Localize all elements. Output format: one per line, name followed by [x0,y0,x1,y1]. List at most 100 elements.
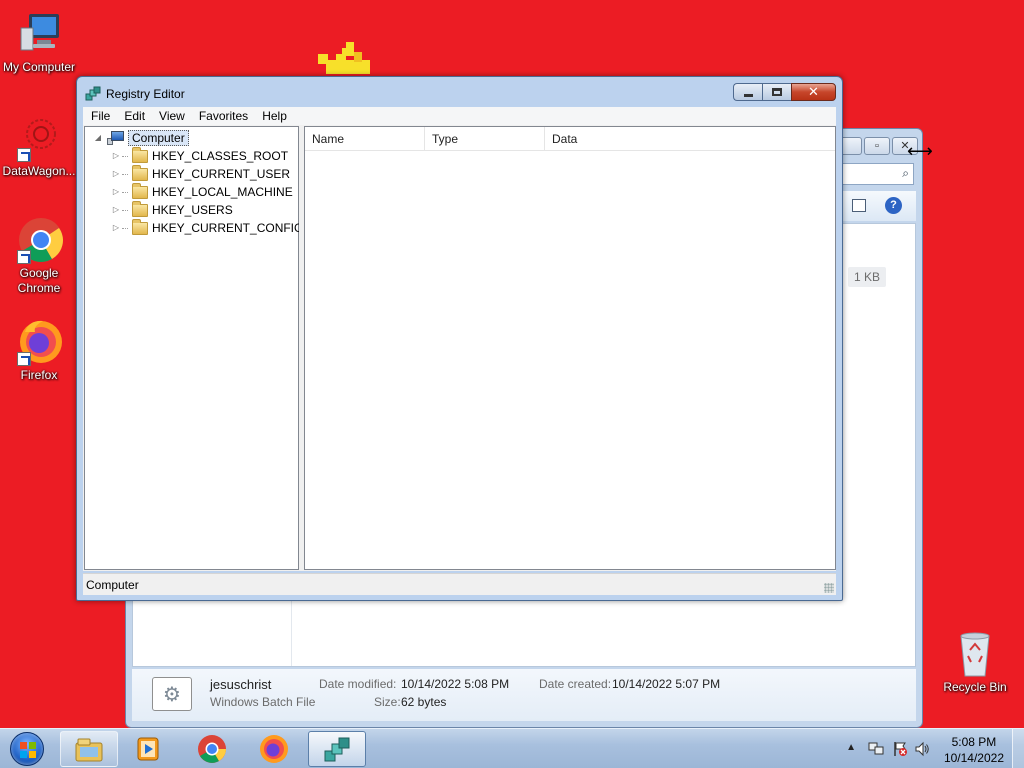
resize-grip-icon[interactable] [824,583,834,593]
size-value: 62 bytes [401,695,447,709]
registry-editor-window[interactable]: Registry Editor ✕ File Edit View Favorit… [76,76,843,601]
registry-tree[interactable]: ◢ Computer ▷ HKEY_CLASSES_ROOT ▷ HKEY_CU… [84,126,303,570]
clock-date: 10/14/2022 [943,751,1004,765]
expand-icon[interactable]: ▷ [111,187,121,197]
taskbar-regedit-button[interactable] [308,731,366,767]
file-size-badge: 1 KB [847,267,886,287]
details-file-type: Windows Batch File [210,695,316,709]
tree-item-hkey-current-config[interactable]: ▷ HKEY_CURRENT_CONFIG [111,218,304,237]
title-bar[interactable]: Registry Editor ✕ [77,77,842,107]
my-computer-icon [15,10,63,58]
regedit-icon [324,737,350,762]
search-icon: ⌕ [902,166,909,180]
computer-icon [107,131,125,145]
desktop-icon-label: Firefox [20,368,58,382]
status-path: Computer [86,578,139,592]
desktop-icon-datawagon[interactable]: DataWagon... [1,114,77,179]
pane-splitter[interactable] [299,125,303,571]
minimize-button[interactable] [733,83,762,101]
show-hidden-icons-icon[interactable]: ▲ [846,742,856,753]
taskbar-explorer-button[interactable] [60,731,118,767]
desktop-icon-label: My Computer [2,60,76,74]
tree-item-computer[interactable]: ◢ Computer [93,129,189,147]
expand-icon[interactable]: ▷ [111,169,121,179]
bg-maximize-button[interactable]: ▫ [864,137,890,155]
start-button[interactable] [4,731,50,767]
action-center-flag-icon[interactable] [892,741,908,757]
taskbar-media-player-button[interactable] [120,731,178,767]
taskbar: ▲ 5:08 PM 10/14/2022 [0,728,1024,768]
regedit-icon [85,86,101,101]
menu-file[interactable]: File [83,107,117,125]
desktop-icon-label: DataWagon... [2,164,76,178]
date-modified-value: 10/14/2022 5:08 PM [401,677,510,691]
windows-logo-icon [10,732,44,766]
desktop-icon-chrome[interactable]: Google Chrome [1,216,77,296]
column-header-type[interactable]: Type [425,127,545,151]
menu-view[interactable]: View [152,107,192,125]
desktop-icon-firefox[interactable]: Firefox [1,318,77,383]
desktop-icon-my-computer[interactable]: My Computer [1,10,77,75]
size-label: Size: [374,695,401,709]
tree-item-label: HKEY_CURRENT_CONFIG [152,221,304,235]
close-icon: ✕ [808,84,819,99]
chrome-icon [15,216,63,264]
date-modified-label: Date modified: [319,677,397,691]
column-header-name[interactable]: Name [305,127,425,151]
network-icon[interactable] [868,741,884,757]
tree-item-label: HKEY_CURRENT_USER [152,167,291,181]
expand-icon[interactable]: ▷ [111,151,121,161]
tree-item-hkey-current-user[interactable]: ▷ HKEY_CURRENT_USER [111,164,291,183]
list-header: Name Type Data [305,127,835,151]
expand-icon[interactable]: ▷ [111,223,121,233]
media-player-icon [137,737,159,761]
recycle-bin-icon [951,630,999,678]
menu-bar: File Edit View Favorites Help [83,107,836,125]
editor-panes: ◢ Computer ▷ HKEY_CLASSES_ROOT ▷ HKEY_CU… [83,125,836,571]
minimize-icon [744,94,753,97]
values-list[interactable]: Name Type Data [304,126,836,570]
tree-item-hkey-classes-root[interactable]: ▷ HKEY_CLASSES_ROOT [111,146,288,165]
collapse-icon[interactable]: ◢ [93,133,103,143]
batch-file-icon [152,677,192,711]
datawagon-icon [15,114,63,162]
resize-cursor-icon: ⟷ [907,141,933,161]
help-icon[interactable]: ? [885,197,902,214]
system-tray: ▲ 5:08 PM 10/14/2022 [834,729,1024,768]
menu-edit[interactable]: Edit [117,107,152,125]
folder-icon [132,218,148,235]
show-desktop-button[interactable] [1012,729,1024,768]
expand-icon[interactable]: ▷ [111,205,121,215]
column-header-data[interactable]: Data [545,127,835,151]
tree-item-label: Computer [128,130,189,146]
volume-icon[interactable] [914,741,930,757]
taskbar-firefox-button[interactable] [246,731,304,767]
menu-help[interactable]: Help [255,107,294,125]
shortcut-arrow-icon [17,250,31,264]
close-button[interactable]: ✕ [791,83,836,101]
shortcut-arrow-icon [17,148,31,162]
maximize-icon [772,88,782,96]
date-created-label: Date created: [539,677,612,691]
shortcut-arrow-icon [17,352,31,366]
status-bar: Computer [83,573,836,595]
folder-icon [132,182,148,199]
clock[interactable]: 5:08 PM 10/14/2022 [944,734,1004,766]
tree-item-hkey-local-machine[interactable]: ▷ HKEY_LOCAL_MACHINE [111,182,293,201]
tree-item-label: HKEY_USERS [152,203,233,217]
explorer-icon [75,738,103,762]
pixel-crown-icon [318,42,370,74]
firefox-icon [15,318,63,366]
bg-search-input[interactable]: ⌕ [838,163,914,185]
desktop-icon-label: Google Chrome [17,266,61,295]
menu-favorites[interactable]: Favorites [192,107,255,125]
taskbar-chrome-button[interactable] [184,731,242,767]
maximize-button[interactable] [762,83,791,101]
clock-time: 5:08 PM [951,735,997,749]
tree-item-hkey-users[interactable]: ▷ HKEY_USERS [111,200,233,219]
folder-icon [132,164,148,181]
desktop-icon-recycle-bin[interactable]: Recycle Bin [937,630,1013,695]
chrome-icon [198,735,226,763]
folder-icon [132,146,148,163]
preview-pane-icon[interactable] [852,199,866,212]
